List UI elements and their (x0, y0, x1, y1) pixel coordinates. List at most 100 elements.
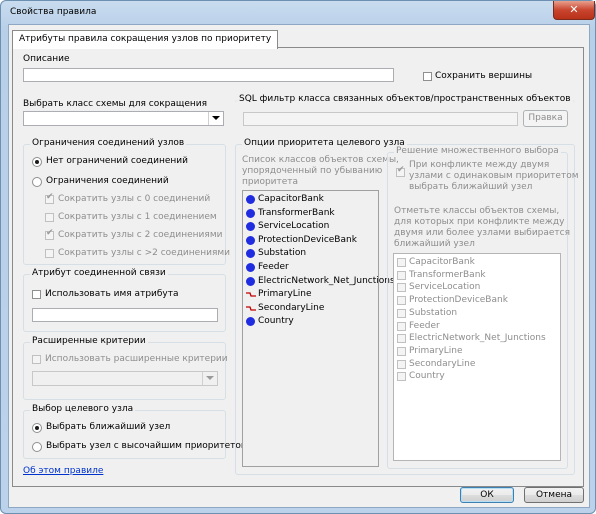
multi-class-checkbox[interactable] (397, 270, 406, 280)
multi-class-checkbox[interactable] (397, 359, 406, 369)
priority-class-list[interactable]: CapacitorBank TransformerBank ServiceLocat… (242, 190, 395, 467)
schema-class-label: Выбрать класс схемы для сокращения (23, 99, 208, 109)
multi-class-checkbox[interactable] (397, 372, 406, 382)
reduce-1-label: Сократить узлы с 1 соединением (58, 212, 217, 222)
sql-filter-input[interactable] (243, 112, 518, 126)
multi-class-checkbox[interactable] (397, 258, 406, 267)
point-symbol-icon (246, 249, 255, 259)
extended-criteria-group: Расширенные критерии Использовать расшир… (23, 336, 228, 400)
priority-options-group: Опции приоритета целевого узла Список кл… (235, 138, 579, 475)
conflict-line1: При конфликте между двумя (409, 160, 550, 170)
multi-class-name: TransformerBank (409, 269, 486, 280)
about-rule-link[interactable]: Об этом правиле (23, 466, 103, 476)
use-attribute-checkbox[interactable] (32, 290, 41, 299)
dialog-client: Атрибуты правила сокращения узлов по при… (8, 24, 590, 508)
priority-desc-line2: упорядоченный по убыванию (242, 166, 383, 176)
ok-button[interactable]: ОК (460, 487, 514, 503)
note-line1: Отметьте классы объектов схемы, (394, 206, 560, 216)
point-symbol-icon (246, 276, 255, 286)
priority-class-name: ElectricNetwork_Net_Junctions (258, 275, 395, 286)
connection-limits-title: Ограничения соединений узлов (30, 138, 187, 148)
reduce-2-label: Сократить узлы с 2 соединениями (58, 230, 223, 240)
extended-criteria-select[interactable] (32, 371, 218, 386)
attribute-name-input[interactable] (32, 308, 218, 322)
point-symbol-icon (246, 235, 255, 245)
close-button[interactable]: ✕ (553, 1, 595, 20)
priority-class-name: ServiceLocation (258, 221, 330, 232)
limits-label: Ограничения соединений (46, 176, 169, 186)
link-attribute-group: Атрибут соединенной связи Использовать и… (23, 268, 226, 332)
point-symbol-icon (246, 195, 255, 204)
priority-class-name: ProtectionDeviceBank (258, 234, 357, 245)
link-attribute-title: Атрибут соединенной связи (30, 268, 168, 278)
priority-options-title: Опции приоритета целевого узла (242, 138, 407, 148)
multi-class-name: CapacitorBank (409, 257, 475, 267)
multi-class-name: ElectricNetwork_Net_Junctions (409, 333, 546, 344)
use-extended-checkbox[interactable] (32, 355, 41, 364)
multi-class-name: SecondaryLine (409, 358, 476, 369)
multi-class-name: PrimaryLine (409, 345, 463, 356)
priority-class-name: PrimaryLine (258, 289, 312, 300)
window-title: Свойства правила (10, 7, 97, 17)
no-limits-radio[interactable] (32, 157, 42, 167)
line-symbol-icon (246, 304, 256, 313)
reduce-1-checkbox[interactable] (45, 213, 54, 222)
point-symbol-icon (246, 263, 255, 272)
nearest-radio[interactable] (32, 423, 42, 433)
close-icon: ✕ (569, 3, 579, 16)
description-label: Описание (23, 54, 70, 64)
multi-class-name: Substation (409, 307, 458, 318)
sql-filter-label: SQL фильтр класса связанных объектов/про… (237, 94, 573, 104)
point-symbol-icon (246, 208, 255, 218)
cancel-button[interactable]: Отмена (524, 487, 584, 503)
multi-class-name: ProtectionDeviceBank (409, 295, 508, 306)
priority-desc-line3: приоритета (242, 177, 299, 187)
multi-choice-title: Решение множественного выбора (394, 146, 561, 156)
multi-class-checkbox[interactable] (397, 283, 406, 293)
reduce-0-label: Сократить узлы с 0 соединений (58, 194, 211, 204)
note-line4: ближайший узел (394, 239, 475, 249)
description-input[interactable] (23, 68, 394, 82)
reduce-gt2-label: Сократить узлы с >2 соединениями (58, 248, 230, 258)
point-symbol-icon (246, 222, 255, 232)
multi-class-checkbox[interactable] (397, 321, 406, 331)
use-attribute-label: Использовать имя атрибута (45, 289, 179, 299)
priority-class-name: Country (258, 316, 294, 327)
note-line2: для которых при конфликте между (394, 217, 565, 227)
multi-class-checkbox[interactable] (397, 346, 406, 356)
multi-class-checkbox[interactable] (397, 308, 406, 318)
multi-class-name: ServiceLocation (409, 282, 481, 293)
chevron-down-icon[interactable] (208, 112, 223, 125)
point-symbol-icon (246, 317, 255, 327)
limits-radio[interactable] (32, 177, 42, 187)
priority-class-name: CapacitorBank (258, 194, 324, 204)
highest-priority-radio[interactable] (32, 442, 42, 452)
tab-panel: Описание Сохранить вершины Выбрать класс… (12, 47, 584, 487)
priority-class-name: Feeder (258, 262, 289, 272)
save-vertices-checkbox[interactable] (423, 72, 432, 81)
save-vertices-label: Сохранить вершины (435, 71, 533, 81)
target-select-title: Выбор целевого узла (30, 404, 136, 414)
reduce-2-checkbox[interactable]: ✔ (45, 228, 54, 240)
title-bar[interactable]: Свойства правила ✕ (1, 1, 595, 25)
edit-sql-button[interactable]: Правка (523, 110, 568, 127)
multi-class-list[interactable]: CapacitorBank TransformerBank ServiceLocat… (393, 253, 561, 461)
reduce-0-checkbox[interactable]: ✔ (45, 192, 54, 204)
reduce-gt2-checkbox[interactable] (45, 249, 54, 258)
no-limits-label: Нет ограничений соединений (46, 156, 188, 166)
schema-class-select[interactable] (23, 111, 224, 126)
tab-attributes[interactable]: Атрибуты правила сокращения узлов по при… (12, 30, 279, 49)
chevron-down-icon[interactable] (202, 372, 217, 385)
dialog-window: Свойства правила ✕ Атрибуты правила сокр… (0, 0, 596, 514)
nearest-label: Выбрать ближайший узел (46, 422, 171, 432)
conflict-line3: выбрать ближайший узел (409, 182, 533, 192)
line-symbol-icon (246, 290, 256, 299)
extended-criteria-title: Расширенные критерии (30, 336, 148, 346)
multi-choice-group: Решение множественного выбора ✔ При конф… (387, 146, 579, 469)
multi-class-checkbox[interactable] (397, 296, 406, 306)
conflict-nearest-checkbox[interactable]: ✔ (396, 165, 405, 177)
multi-class-checkbox[interactable] (397, 334, 406, 344)
multi-class-name: Feeder (409, 320, 440, 331)
multi-class-name: Country (409, 371, 445, 382)
highest-priority-label: Выбрать узел с высочайшим приоритетом (46, 441, 248, 451)
